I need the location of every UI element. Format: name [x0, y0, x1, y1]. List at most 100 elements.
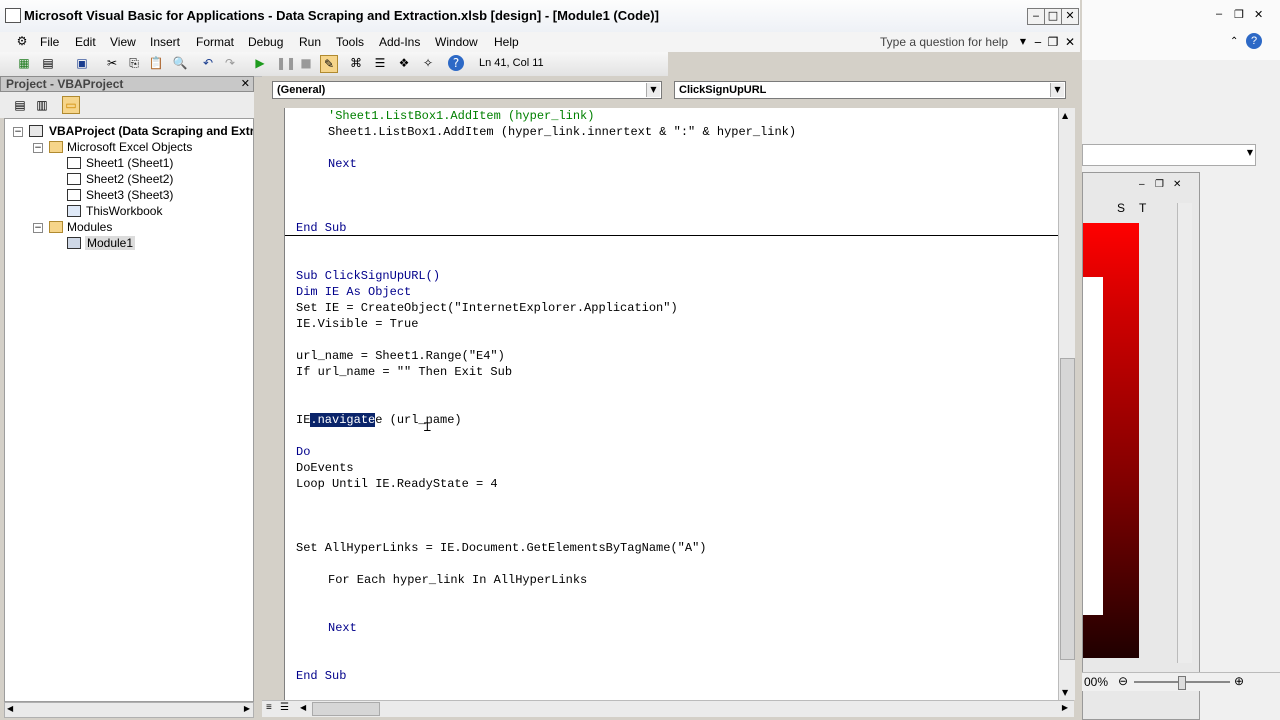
toolbox-icon[interactable]: ✧: [420, 55, 436, 71]
restore-icon[interactable]: ❐: [1155, 179, 1164, 190]
collapse-icon[interactable]: −: [13, 127, 23, 137]
help-question-box[interactable]: Type a question for help: [880, 35, 1008, 49]
zoom-out-icon[interactable]: ⊖: [1118, 674, 1128, 688]
view-object-icon[interactable]: ▥: [34, 97, 50, 113]
code-hscroll[interactable]: ≡ ☰ ◀ ▶: [262, 700, 1074, 717]
minimize-button[interactable]: ‒: [1027, 8, 1045, 25]
tree-folder-modules[interactable]: Modules: [67, 220, 112, 234]
zoom-slider-thumb[interactable]: [1178, 676, 1186, 690]
menu-debug[interactable]: Debug: [248, 35, 283, 49]
excel-formula-bar[interactable]: ▼: [1082, 144, 1256, 166]
help-icon[interactable]: ?: [1246, 33, 1262, 49]
module-view-icon[interactable]: ☰: [280, 702, 289, 713]
properties-icon[interactable]: ☰: [372, 55, 388, 71]
close-icon[interactable]: ✕: [1173, 179, 1181, 190]
scroll-left-icon[interactable]: ◀: [7, 704, 13, 713]
procedure-combo-value: ClickSignUpURL: [679, 84, 767, 96]
minimize-icon[interactable]: ‒: [1139, 179, 1145, 190]
column-header-t: T: [1139, 201, 1147, 215]
scroll-up-icon[interactable]: ▲: [1062, 111, 1068, 120]
scroll-right-icon[interactable]: ▶: [244, 704, 250, 713]
menu-view[interactable]: View: [110, 35, 136, 49]
help-dropdown-icon[interactable]: ▼: [1015, 34, 1031, 50]
procedure-view-icon[interactable]: ≡: [266, 702, 272, 713]
code-editor[interactable]: 'Sheet1.ListBox1.AddItem (hyper_link) Sh…: [284, 108, 1059, 700]
scroll-left-icon[interactable]: ◀: [300, 703, 306, 712]
project-explorer-icon[interactable]: ⌘: [348, 55, 364, 71]
code-line: 'Sheet1.ListBox1.AddItem (hyper_link): [328, 109, 595, 123]
excel-title-area: ‒ ❐ ✕ ⌃ ?: [1082, 0, 1280, 60]
save-icon[interactable]: ▣: [74, 55, 90, 71]
scroll-right-icon[interactable]: ▶: [1062, 703, 1068, 712]
tree-folder-excel-objects[interactable]: Microsoft Excel Objects: [67, 140, 192, 154]
restore-icon[interactable]: ❐: [1234, 8, 1244, 21]
help-icon[interactable]: ?: [448, 55, 464, 71]
code-vscroll[interactable]: ▲ ▼: [1058, 108, 1075, 700]
close-pane-icon[interactable]: ✕: [241, 77, 250, 90]
procedure-combo[interactable]: ClickSignUpURL ▼: [674, 81, 1066, 99]
vba-menu-icon[interactable]: ⚙: [14, 33, 30, 49]
child-close-icon[interactable]: ✕: [1062, 34, 1078, 50]
tree-sheet2[interactable]: Sheet2 (Sheet2): [86, 172, 173, 186]
object-combo-value: (General): [277, 84, 326, 96]
project-hscroll[interactable]: ◀ ▶: [4, 702, 254, 718]
close-button[interactable]: ✕: [1061, 8, 1079, 25]
scroll-down-icon[interactable]: ▼: [1062, 688, 1068, 697]
menu-tools[interactable]: Tools: [336, 35, 364, 49]
menu-add-ins[interactable]: Add-Ins: [379, 35, 420, 49]
menu-run[interactable]: Run: [299, 35, 321, 49]
vbaproject-icon: [29, 125, 43, 137]
excel-status-bar: 00% ⊖ ⊕: [1082, 672, 1280, 691]
tree-module1[interactable]: Module1: [85, 236, 136, 250]
find-icon[interactable]: 🔍: [172, 55, 188, 71]
collapse-icon[interactable]: −: [33, 143, 43, 153]
menu-edit[interactable]: Edit: [75, 35, 96, 49]
child-restore-icon[interactable]: ❐: [1045, 34, 1061, 50]
code-line: Loop Until IE.ReadyState = 4: [296, 477, 498, 491]
chevron-down-icon[interactable]: ▼: [646, 83, 660, 97]
code-line: IE.Visible = True: [296, 317, 419, 331]
tree-root[interactable]: VBAProject (Data Scraping and Extra: [49, 124, 253, 138]
close-icon[interactable]: ✕: [1254, 8, 1263, 21]
scroll-thumb[interactable]: [1060, 358, 1075, 660]
collapse-ribbon-icon[interactable]: ⌃: [1230, 36, 1238, 47]
code-line: url_name = Sheet1.Range("E4"): [296, 349, 505, 363]
run-icon[interactable]: ▶: [252, 55, 268, 71]
undo-icon[interactable]: ↶: [200, 55, 216, 71]
cut-icon[interactable]: ✂: [104, 55, 120, 71]
menu-file[interactable]: File: [40, 35, 59, 49]
zoom-in-icon[interactable]: ⊕: [1234, 674, 1244, 688]
minimize-icon[interactable]: ‒: [1216, 8, 1222, 20]
maximize-button[interactable]: □: [1044, 8, 1062, 25]
break-icon[interactable]: ❚❚: [276, 55, 296, 71]
reset-icon[interactable]: ■: [298, 55, 314, 71]
scroll-thumb[interactable]: [312, 702, 380, 716]
redo-icon[interactable]: ↷: [222, 55, 238, 71]
collapse-icon[interactable]: −: [33, 223, 43, 233]
menu-format[interactable]: Format: [196, 35, 234, 49]
procedure-separator: [285, 235, 1059, 236]
view-code-icon[interactable]: ▤: [12, 97, 28, 113]
code-line: End Sub: [296, 221, 347, 235]
excel-vscroll[interactable]: [1177, 203, 1192, 663]
tree-sheet1[interactable]: Sheet1 (Sheet1): [86, 156, 173, 170]
column-header-s: S: [1117, 201, 1126, 215]
excel-view-icon[interactable]: ▦: [16, 55, 32, 71]
paste-icon[interactable]: 📋: [148, 55, 164, 71]
object-browser-icon[interactable]: ❖: [396, 55, 412, 71]
chevron-down-icon[interactable]: ▼: [1247, 148, 1253, 157]
insert-userform-icon[interactable]: ▤: [40, 55, 56, 71]
copy-icon[interactable]: ⎘: [126, 55, 142, 71]
vba-app-icon: [5, 8, 21, 23]
chevron-down-icon[interactable]: ▼: [1050, 83, 1064, 97]
object-combo[interactable]: (General) ▼: [272, 81, 662, 99]
window-title: Microsoft Visual Basic for Applications …: [24, 8, 659, 23]
design-mode-icon[interactable]: ✎: [320, 55, 338, 73]
tree-thisworkbook[interactable]: ThisWorkbook: [86, 204, 162, 218]
toggle-folders-icon[interactable]: ▭: [62, 96, 80, 114]
menu-help[interactable]: Help: [494, 35, 519, 49]
tree-sheet3[interactable]: Sheet3 (Sheet3): [86, 188, 173, 202]
menu-insert[interactable]: Insert: [150, 35, 180, 49]
child-minimize-icon[interactable]: ‒: [1030, 34, 1046, 50]
menu-window[interactable]: Window: [435, 35, 478, 49]
